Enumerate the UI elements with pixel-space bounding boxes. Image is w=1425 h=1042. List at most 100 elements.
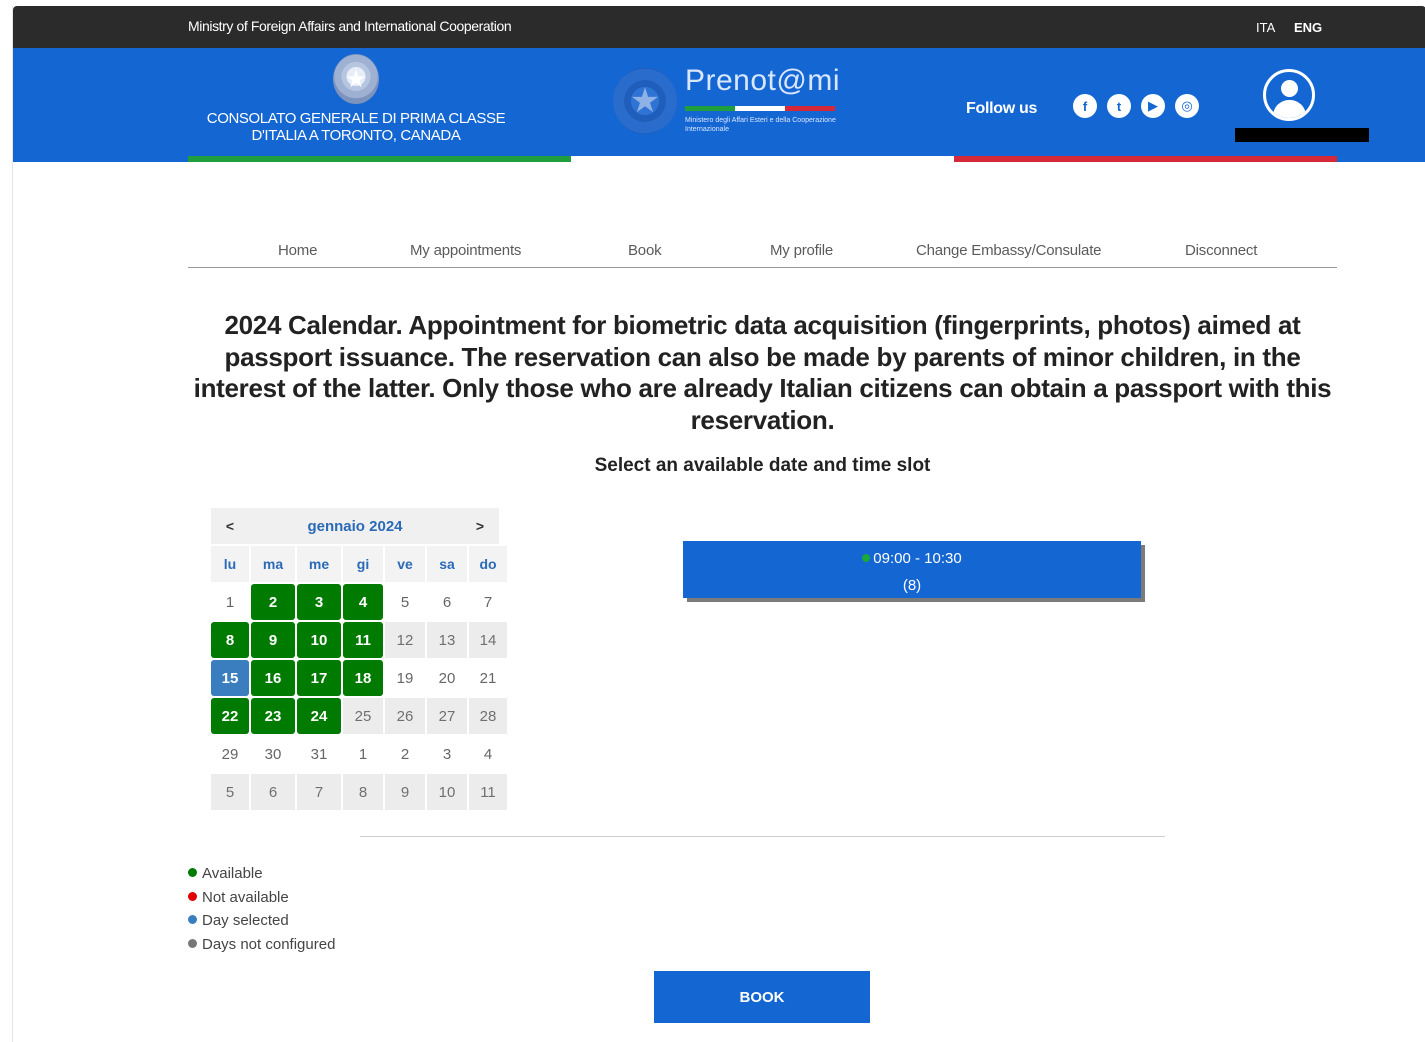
calendar-day-available[interactable]: 10 [297,622,341,658]
legend-label: Days not configured [202,935,336,953]
legend: Available Not available Day selected Days n… [188,862,335,956]
page-subtitle: Select an available date and time slot [594,455,931,476]
page-title: 2024 Calendar. Appointment for biometric… [193,310,1332,435]
calendar-day-available[interactable]: 2 [251,584,295,620]
calendar-day: 2 [385,736,425,772]
consulate-name[interactable]: CONSOLATO GENERALE DI PRIMA CLASSE D'ITA… [201,110,511,160]
calendar-day: 29 [211,736,249,772]
calendar-grid: lu ma me gi ve sa do 1 2 3 4 5 6 7 8 9 10 11 12 13 14 15 16 17 1… [211,546,507,810]
slot-available-dot [862,554,871,562]
calendar-day: 11 [469,774,507,810]
calendar-day: 28 [469,698,507,734]
weekday-header: me [297,546,341,582]
calendar-day: 25 [343,698,383,734]
calendar-day: 10 [427,774,467,810]
calendar-day: 26 [385,698,425,734]
youtube-icon[interactable]: ▶ [1141,94,1165,118]
time-slot-button[interactable]: 09:00 - 10:30 (8) [683,541,1141,598]
calendar-day: 9 [385,774,425,810]
calendar-day-available[interactable]: 16 [251,660,295,696]
calendar-day: 8 [343,774,383,810]
calendar-day-available[interactable]: 8 [211,622,249,658]
calendar-day-available[interactable]: 4 [343,584,383,620]
social-links: f t ▶ ◎ [1073,94,1199,118]
user-avatar-icon[interactable] [1263,69,1315,121]
tricolor-red [954,156,1337,162]
calendar-day-available[interactable]: 17 [297,660,341,696]
nav-book[interactable]: Book [628,242,662,259]
calendar-day-available[interactable]: 23 [251,698,295,734]
time-slot-label: 09:00 - 10:30 [873,550,962,567]
calendar-day-available[interactable]: 3 [297,584,341,620]
calendar-day-available[interactable]: 18 [343,660,383,696]
legend-label: Day selected [202,912,289,929]
prev-month-button[interactable]: < [211,508,249,544]
calendar-day: 1 [211,584,249,620]
calendar-day: 30 [251,736,295,772]
calendar-day: 6 [427,584,467,620]
weekday-header: ma [251,546,295,582]
calendar: < gennaio 2024 > lu ma me gi ve sa do 1 2 3 4 5 6 7 8 9… [211,508,507,810]
facebook-icon[interactable]: f [1073,94,1097,118]
site-header: ★ CONSOLATO GENERALE DI PRIMA CLASSE D'I… [13,48,1425,162]
calendar-day-available[interactable]: 9 [251,622,295,658]
book-button[interactable]: BOOK [654,971,870,1023]
legend-item: Day selected [188,909,335,933]
page-frame: Ministry of Foreign Affairs and Internat… [12,6,1425,1042]
calendar-month-label: gennaio 2024 [307,517,403,535]
prenotami-logo[interactable]: Prenot@mi [685,64,840,98]
calendar-day-available[interactable]: 22 [211,698,249,734]
legend-item: Days not configured [188,933,335,957]
legend-label: Available [202,865,263,882]
instagram-icon[interactable]: ◎ [1175,94,1199,118]
calendar-day: 4 [469,736,507,772]
calendar-day: 12 [385,622,425,658]
calendar-day: 13 [427,622,467,658]
ministry-seal-icon: ★ [613,68,677,134]
follow-us-label: Follow us [966,100,1038,117]
tricolor-white [571,156,954,162]
logo-subtitle: Ministero degli Affari Esteri e della Co… [685,117,836,133]
nav-my-profile[interactable]: My profile [770,242,833,259]
tricolor-green [188,156,571,162]
legend-dot-icon [188,915,197,924]
legend-item: Not available [188,886,335,910]
calendar-day: 20 [427,660,467,696]
top-bar: Ministry of Foreign Affairs and Internat… [13,6,1425,48]
calendar-day: 5 [211,774,249,810]
calendar-day-available[interactable]: 24 [297,698,341,734]
lang-ita-link[interactable]: ITA [1256,20,1275,35]
weekday-header: sa [427,546,467,582]
nav-change-embassy[interactable]: Change Embassy/Consulate [916,242,1102,259]
twitter-icon[interactable]: t [1107,94,1131,118]
divider [360,836,1165,837]
calendar-day: 7 [469,584,507,620]
calendar-day: 31 [297,736,341,772]
next-month-button[interactable]: > [461,508,499,544]
nav-home[interactable]: Home [278,242,317,259]
ministry-link[interactable]: Ministry of Foreign Affairs and Internat… [188,18,512,34]
calendar-day: 14 [469,622,507,658]
legend-label: Not available [202,888,289,906]
republic-emblem-icon: ★ [333,54,379,104]
calendar-day: 6 [251,774,295,810]
redacted-username [1235,128,1369,142]
calendar-day: 7 [297,774,341,810]
calendar-day: 5 [385,584,425,620]
nav-disconnect[interactable]: Disconnect [1185,242,1257,259]
calendar-day-available[interactable]: 11 [343,622,383,658]
weekday-header: do [469,546,507,582]
main-nav: Home My appointments Book My profile Cha… [188,232,1337,268]
calendar-day-selected[interactable]: 15 [211,660,249,696]
lang-eng-link[interactable]: ENG [1294,20,1322,35]
logo-flag-stripe [685,106,835,111]
weekday-header: gi [343,546,383,582]
calendar-day: 3 [427,736,467,772]
time-slot-time: 09:00 - 10:30 [683,550,1141,567]
calendar-day: 19 [385,660,425,696]
weekday-header: ve [385,546,425,582]
weekday-header: lu [211,546,249,582]
calendar-day: 27 [427,698,467,734]
time-slot-count: (8) [902,577,922,594]
nav-my-appointments[interactable]: My appointments [410,242,521,259]
